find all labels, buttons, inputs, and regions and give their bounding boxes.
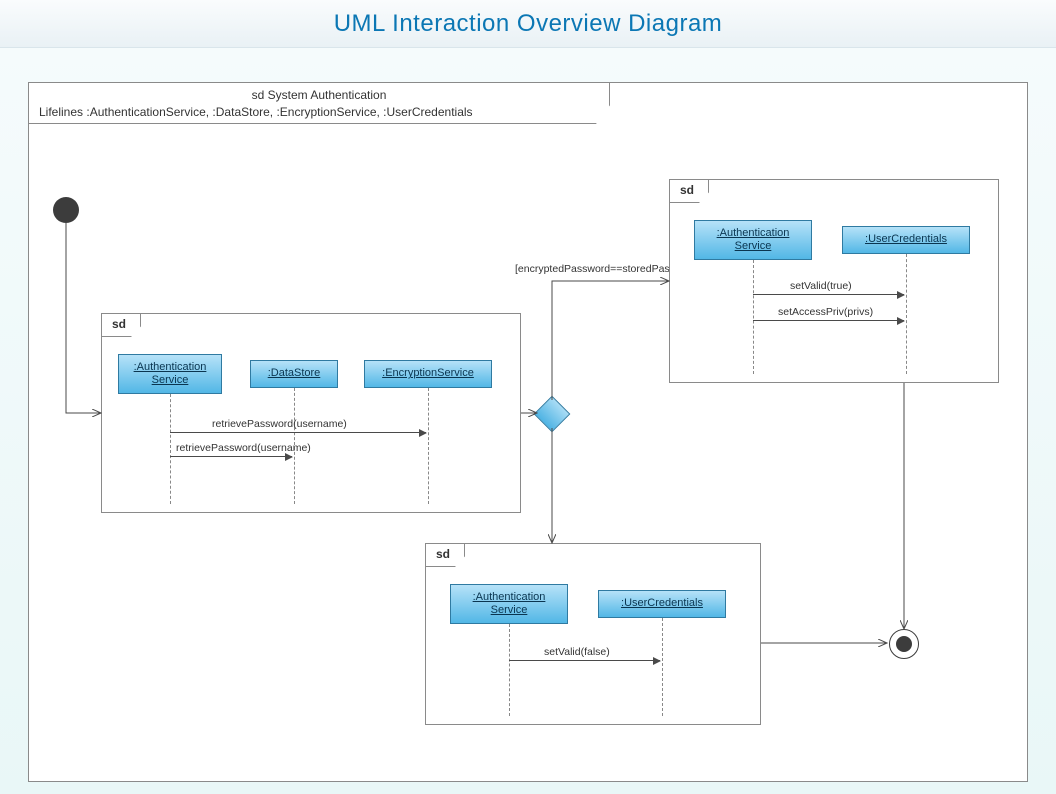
sd-tab-2: sd: [669, 179, 709, 203]
lifeline-user-label: :UserCredentials: [865, 233, 947, 246]
lifeline-auth-label: :AuthenticationService: [473, 591, 546, 617]
lifeline-datastore-label: :DataStore: [268, 367, 321, 380]
lifeline-auth-label: :AuthenticationService: [717, 227, 790, 253]
diagram-canvas: sd System Authentication Lifelines :Auth…: [0, 48, 1056, 794]
lifeline-dash: [170, 394, 171, 504]
final-node: [889, 629, 919, 659]
lifeline-dash: [662, 618, 663, 716]
lifeline-user-credentials-3: :UserCredentials: [598, 590, 726, 618]
initial-node: [53, 197, 79, 223]
msg-label: retrievePassword(username): [212, 418, 347, 430]
lifeline-encryption-label: :EncryptionService: [382, 367, 474, 380]
msg-label: setAccessPriv(privs): [778, 306, 873, 318]
sd-tab-1: sd: [101, 313, 141, 337]
lifeline-auth-label: :AuthenticationService: [134, 361, 207, 387]
lifeline-auth-service-3: :AuthenticationService: [450, 584, 568, 624]
lifeline-auth-service-1: :AuthenticationService: [118, 354, 222, 394]
message-arrow: [170, 456, 292, 457]
lifeline-dash: [509, 624, 510, 716]
activity-frame: sd System Authentication Lifelines :Auth…: [28, 82, 1028, 782]
msg-label: setValid(false): [544, 646, 610, 658]
sd-frame-2: sd :AuthenticationService :UserCredentia…: [669, 179, 999, 383]
message-arrow: [170, 432, 426, 433]
sd-frame-3: sd :AuthenticationService :UserCredentia…: [425, 543, 761, 725]
frame-lifelines: Lifelines :AuthenticationService, :DataS…: [39, 104, 599, 121]
lifeline-datastore: :DataStore: [250, 360, 338, 388]
activity-frame-header: sd System Authentication Lifelines :Auth…: [28, 82, 610, 124]
lifeline-dash: [753, 260, 754, 374]
lifeline-user-label: :UserCredentials: [621, 597, 703, 610]
lifeline-auth-service-2: :AuthenticationService: [694, 220, 812, 260]
sd-tab-3: sd: [425, 543, 465, 567]
frame-title: sd System Authentication: [39, 87, 599, 104]
diagram-title-bar: UML Interaction Overview Diagram: [0, 0, 1056, 48]
diagram-title: UML Interaction Overview Diagram: [334, 10, 723, 38]
message-arrow: [753, 320, 904, 321]
message-arrow: [509, 660, 660, 661]
lifeline-encryption-service: :EncryptionService: [364, 360, 492, 388]
sd-frame-1: sd :AuthenticationService :DataStore :En…: [101, 313, 521, 513]
msg-label: setValid(true): [790, 280, 852, 292]
decision-node: [534, 396, 571, 433]
message-arrow: [753, 294, 904, 295]
lifeline-dash: [428, 388, 429, 504]
lifeline-user-credentials-2: :UserCredentials: [842, 226, 970, 254]
lifeline-dash: [906, 254, 907, 374]
